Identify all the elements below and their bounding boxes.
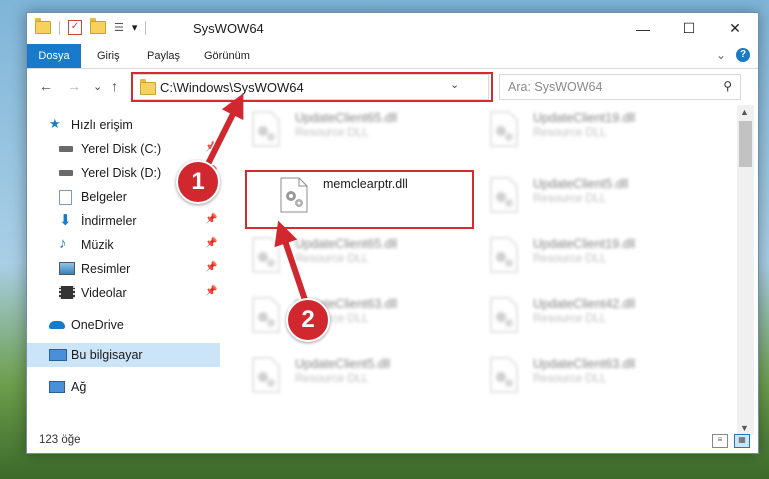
step-1-badge: 1 xyxy=(176,160,220,204)
step-2-badge: 2 xyxy=(286,298,330,342)
annotation-arrows xyxy=(200,93,310,302)
arrow-1 xyxy=(202,93,244,172)
arrow-2 xyxy=(274,220,308,301)
